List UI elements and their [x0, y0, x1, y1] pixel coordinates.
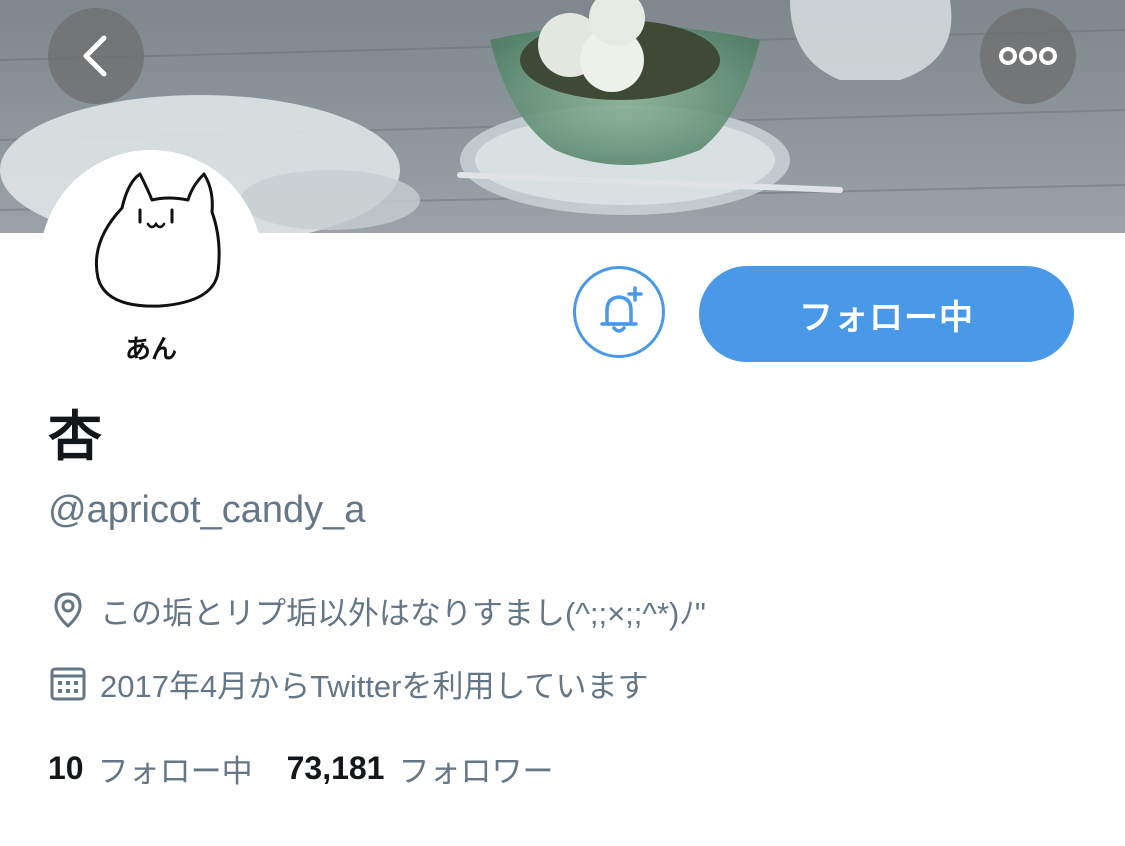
profile-location: この垢とリプ垢以外はなりすまし(^;;×;;^*)ﾉ" [50, 590, 706, 631]
joined-text: 2017年4月からTwitterを利用しています [100, 668, 649, 704]
more-options-button[interactable] [980, 8, 1076, 104]
cat-drawing-avatar: あん [94, 172, 221, 365]
display-name: 杏 [48, 405, 102, 468]
profile-joined-date: 2017年4月からTwitterを利用しています [50, 663, 649, 704]
followers-label: フォロワー [398, 753, 554, 789]
following-count: 10 [48, 749, 84, 786]
profile-avatar[interactable]: あん [40, 150, 262, 372]
following-button[interactable]: フォロー中 [699, 266, 1074, 362]
bell-plus-icon [600, 286, 643, 333]
followers-count: 73,181 [286, 749, 385, 786]
notifications-toggle-button[interactable] [573, 266, 665, 358]
location-text: この垢とリプ垢以外はなりすまし(^;;×;;^*)ﾉ" [100, 595, 706, 631]
followers-count-link[interactable]: 73,181 フォロワー [287, 746, 554, 791]
back-button[interactable] [48, 8, 144, 104]
following-label: フォロー中 [97, 753, 253, 789]
following-count-link[interactable]: 10 フォロー中 [48, 746, 253, 791]
follow-stats: 10 フォロー中 73,181 フォロワー [48, 746, 553, 790]
more-horizontal-icon [999, 47, 1057, 65]
user-handle: @apricot_candy_a [48, 489, 366, 531]
calendar-icon [50, 663, 86, 703]
chevron-left-icon [83, 35, 107, 77]
avatar-caption: あん [125, 335, 177, 365]
location-pin-icon [50, 590, 86, 630]
